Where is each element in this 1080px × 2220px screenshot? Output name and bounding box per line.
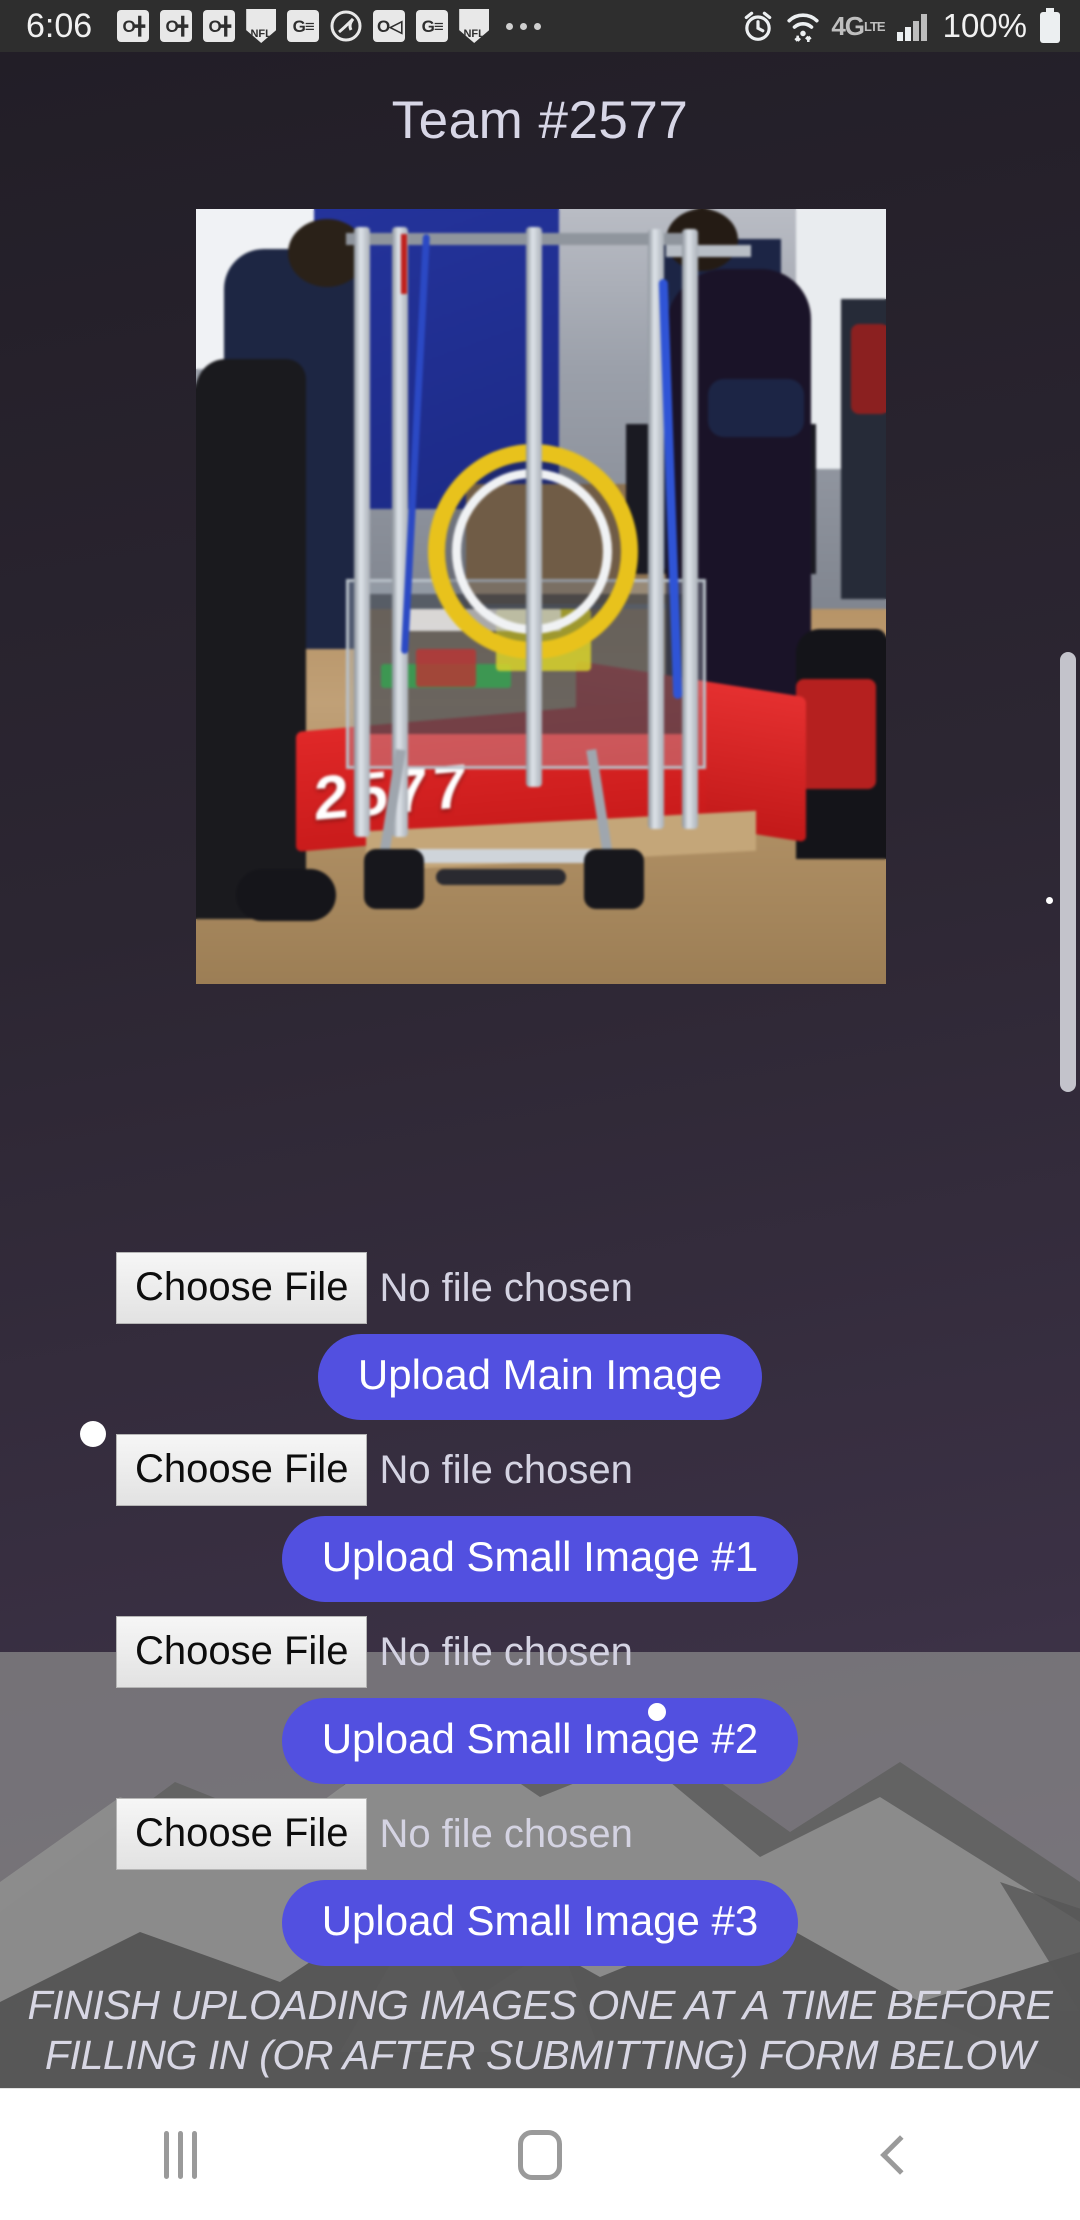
upload-small-image-3-button[interactable]: Upload Small Image #3 xyxy=(281,1880,799,1966)
choose-file-button[interactable]: Choose File xyxy=(116,1434,368,1506)
upload-instructions: FINISH UPLOADING IMAGES ONE AT A TIME BE… xyxy=(27,1982,1053,2079)
file-input-row[interactable]: Choose File No file chosen xyxy=(0,1434,1080,1506)
home-icon xyxy=(518,2129,562,2180)
upload-row: Upload Small Image #1 xyxy=(0,1516,1080,1602)
android-navigation-bar xyxy=(0,2088,1080,2220)
upload-row: Upload Small Image #2 xyxy=(0,1698,1080,1784)
outlook-video-icon: O◁ xyxy=(373,10,406,42)
chevron-left-icon xyxy=(880,2134,920,2175)
star-decoration xyxy=(1046,897,1053,904)
recents-button[interactable] xyxy=(90,2089,270,2220)
choose-file-button[interactable]: Choose File xyxy=(116,1616,368,1688)
battery-icon xyxy=(1038,8,1062,44)
file-status-label: No file chosen xyxy=(379,1447,633,1492)
outlook-icon: O╋ xyxy=(117,10,150,42)
status-bar-left: 6:06 O╋ O╋ O╋ NFL G≡ O◁ G≡ NFL xyxy=(26,7,741,46)
battery-percent-label: 100% xyxy=(942,7,1027,44)
image-upload-form: Choose File No file chosen Upload Main I… xyxy=(0,1252,1080,2080)
robot-team-photo: 2577 xyxy=(196,209,886,984)
choose-file-button[interactable]: Choose File xyxy=(116,1252,368,1324)
more-notifications-icon xyxy=(500,22,547,30)
nfl-icon: NFL xyxy=(459,9,490,43)
nfl-icon: NFL xyxy=(246,9,277,43)
signal-bars-icon xyxy=(896,11,930,41)
file-status-label: No file chosen xyxy=(379,1629,633,1674)
sports-ball-icon xyxy=(330,10,362,42)
outlook-icon: O╋ xyxy=(203,10,236,42)
home-button[interactable] xyxy=(450,2089,630,2220)
star-decoration xyxy=(80,1421,106,1447)
upload-row: Upload Main Image xyxy=(0,1334,1080,1420)
outlook-icon: O╋ xyxy=(160,10,193,42)
google-news-icon: G≡ xyxy=(416,10,449,42)
status-clock: 6:06 xyxy=(26,6,93,45)
google-news-icon: G≡ xyxy=(287,10,320,42)
back-button[interactable] xyxy=(810,2089,990,2220)
status-bar-right: 4G LTE 100% xyxy=(741,7,1062,45)
vertical-scrollbar[interactable] xyxy=(1060,652,1076,1092)
network-4g-lte-icon: 4G LTE xyxy=(831,10,885,41)
page-title: Team #2577 xyxy=(391,91,689,150)
status-bar: 6:06 O╋ O╋ O╋ NFL G≡ O◁ G≡ NFL 4G LTE 10… xyxy=(0,0,1080,52)
star-decoration xyxy=(648,1703,666,1721)
phone-screen: 6:06 O╋ O╋ O╋ NFL G≡ O◁ G≡ NFL 4G LTE 10… xyxy=(0,0,1080,2220)
alarm-clock-icon xyxy=(741,9,775,43)
upload-small-image-2-button[interactable]: Upload Small Image #2 xyxy=(281,1698,799,1784)
file-input-row[interactable]: Choose File No file chosen xyxy=(0,1798,1080,1870)
file-status-label: No file chosen xyxy=(379,1811,633,1856)
wifi-icon xyxy=(786,9,820,43)
file-input-row[interactable]: Choose File No file chosen xyxy=(0,1616,1080,1688)
file-input-row[interactable]: Choose File No file chosen xyxy=(0,1252,1080,1324)
page-content: Team #2577 2577 xyxy=(0,52,1080,2088)
upload-row: Upload Small Image #3 xyxy=(0,1880,1080,1966)
upload-main-image-button[interactable]: Upload Main Image xyxy=(317,1334,763,1420)
upload-small-image-1-button[interactable]: Upload Small Image #1 xyxy=(281,1516,799,1602)
choose-file-button[interactable]: Choose File xyxy=(116,1798,368,1870)
recents-icon xyxy=(163,2130,197,2179)
file-status-label: No file chosen xyxy=(379,1265,633,1310)
